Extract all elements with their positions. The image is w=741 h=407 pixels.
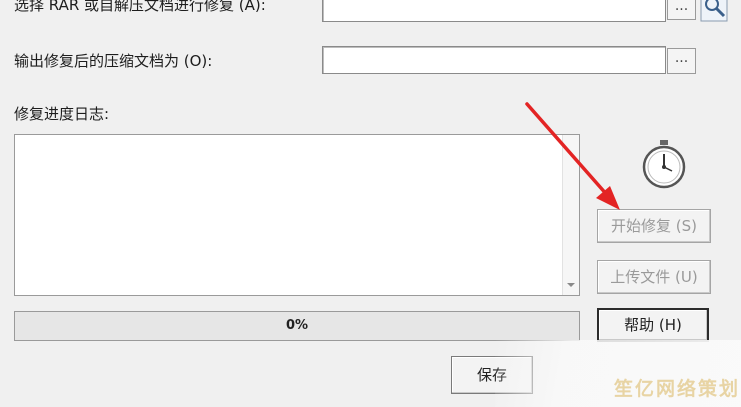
red-arrow-annotation (525, 102, 620, 210)
